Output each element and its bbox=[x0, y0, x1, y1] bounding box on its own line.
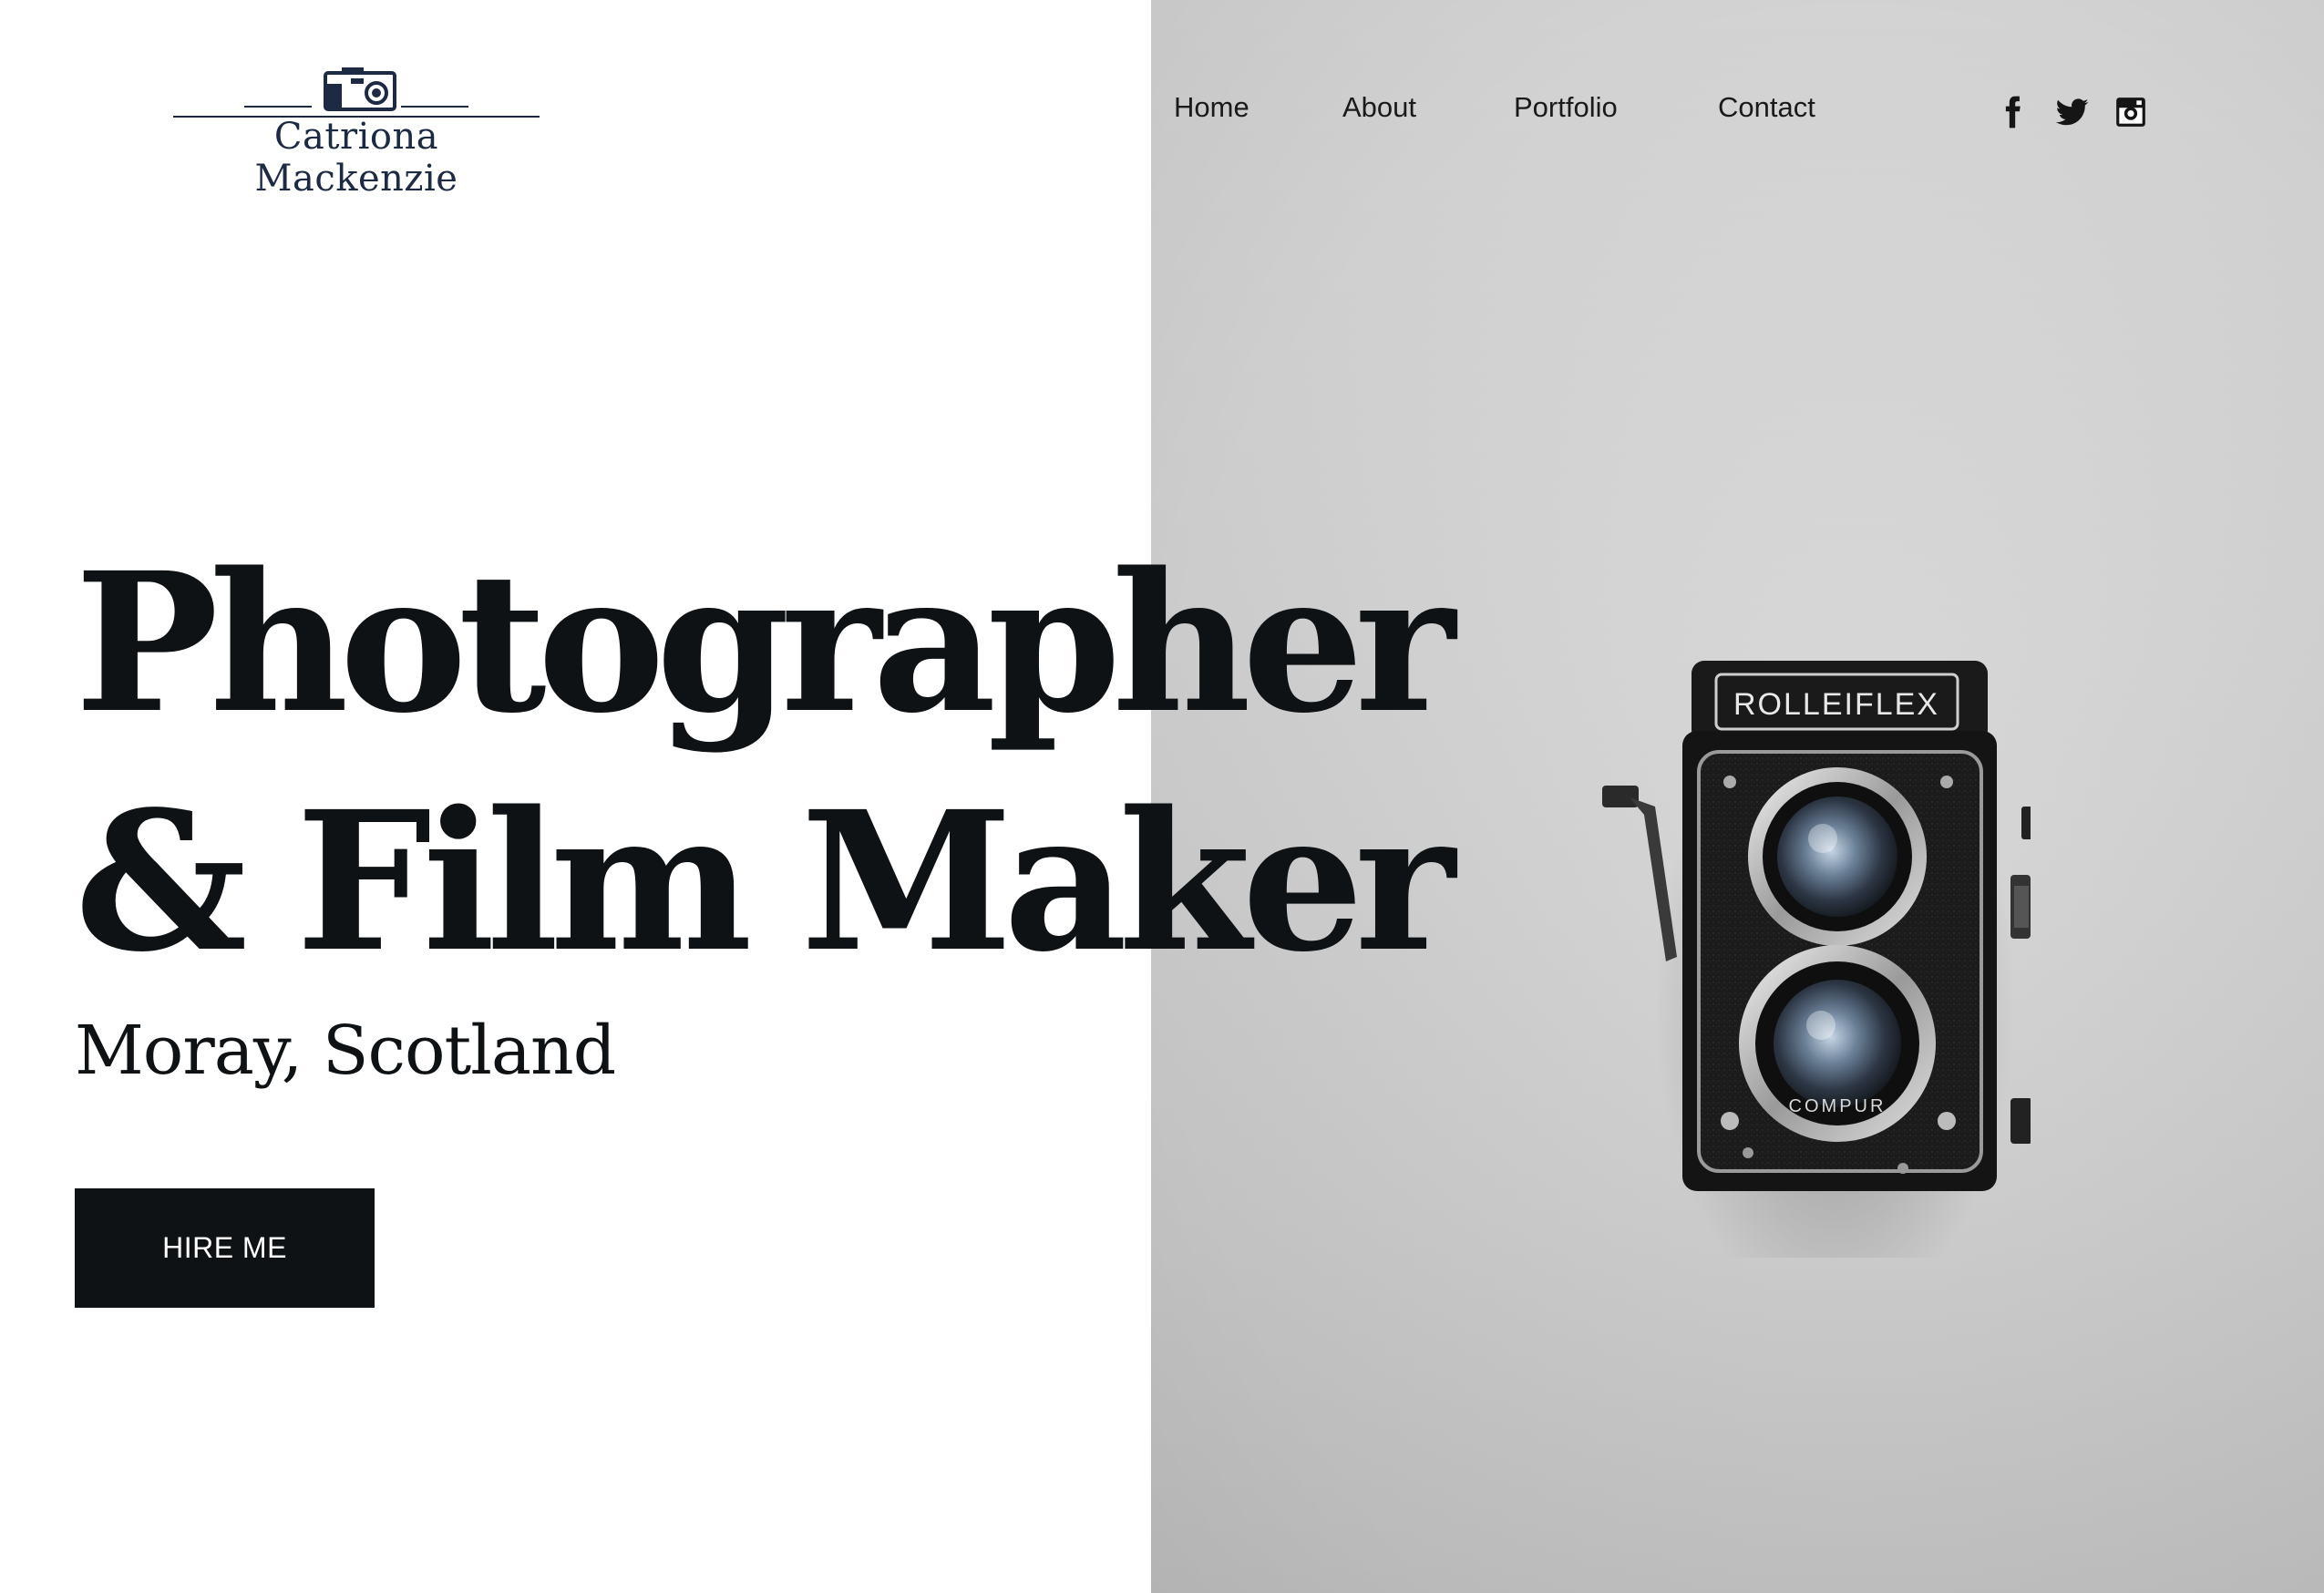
hire-me-button[interactable]: HIRE ME bbox=[75, 1188, 375, 1308]
nav-contact[interactable]: Contact bbox=[1718, 91, 1815, 124]
nav-about[interactable]: About bbox=[1342, 91, 1416, 124]
logo-rule-left bbox=[244, 106, 312, 108]
instagram-icon bbox=[2116, 98, 2145, 127]
camera-icon bbox=[324, 67, 396, 111]
instagram-link[interactable] bbox=[2113, 95, 2148, 129]
hero-headline-line-2: & Film Maker bbox=[75, 769, 1455, 994]
hero-location: Moray, Scotland bbox=[75, 1012, 616, 1090]
svg-text:COMPUR: COMPUR bbox=[1789, 1096, 1887, 1116]
nav-home[interactable]: Home bbox=[1174, 91, 1249, 124]
facebook-link[interactable] bbox=[1995, 95, 2030, 129]
hero-headline: Photographer & Film Maker bbox=[75, 524, 1455, 1002]
brand-name: Catriona Mackenzie bbox=[254, 116, 458, 200]
rolleiflex-camera-image: ROLLEIFLEX COMPUR bbox=[1602, 661, 2031, 1191]
nav-portfolio[interactable]: Portfolio bbox=[1514, 91, 1618, 124]
brand-logo[interactable]: Catriona Mackenzie bbox=[173, 66, 540, 200]
svg-text:ROLLEIFLEX: ROLLEIFLEX bbox=[1733, 687, 1939, 722]
facebook-icon bbox=[2005, 96, 2021, 128]
hero-headline-line-1: Photographer bbox=[75, 530, 1455, 755]
logo-rule-right bbox=[401, 106, 468, 108]
twitter-link[interactable] bbox=[2055, 95, 2090, 129]
twitter-icon bbox=[2055, 98, 2089, 126]
